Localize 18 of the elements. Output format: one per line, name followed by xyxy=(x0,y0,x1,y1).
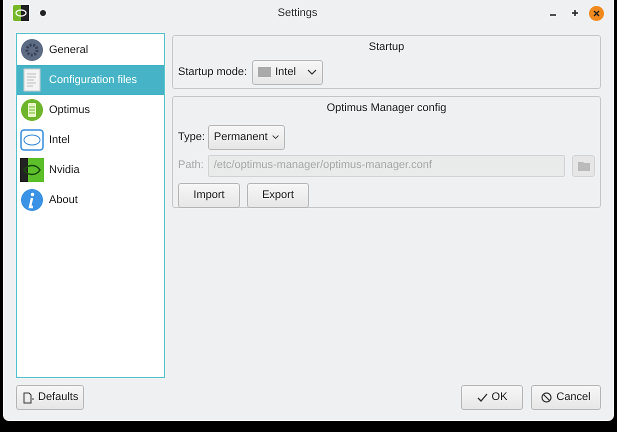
window-title: Settings xyxy=(276,6,318,21)
field-label: Path: xyxy=(178,158,204,174)
ok-button[interactable]: OK xyxy=(461,385,523,410)
sidebar-item[interactable]: About xyxy=(17,185,164,215)
group-title: Startup xyxy=(368,40,404,55)
action-button[interactable]: Import xyxy=(178,182,240,208)
field-label: Startup mode: xyxy=(178,64,248,80)
mode-dropdown[interactable]: Intel xyxy=(252,60,324,84)
field-label: Type: xyxy=(178,130,205,145)
sidebar-item[interactable]: Optimus xyxy=(17,95,164,125)
defaults-button[interactable]: Defaults xyxy=(16,385,84,410)
sidebar-item[interactable]: General xyxy=(17,35,164,65)
sidebar-item[interactable]: Nvidia xyxy=(17,155,164,185)
group-title: Optimus Manager config xyxy=(326,101,446,116)
type-dropdown[interactable]: Permanent xyxy=(208,124,285,150)
action-button[interactable]: Export xyxy=(247,182,309,208)
cancel-button[interactable]: Cancel xyxy=(531,385,601,410)
sidebar-item[interactable]: Intel xyxy=(17,125,164,155)
